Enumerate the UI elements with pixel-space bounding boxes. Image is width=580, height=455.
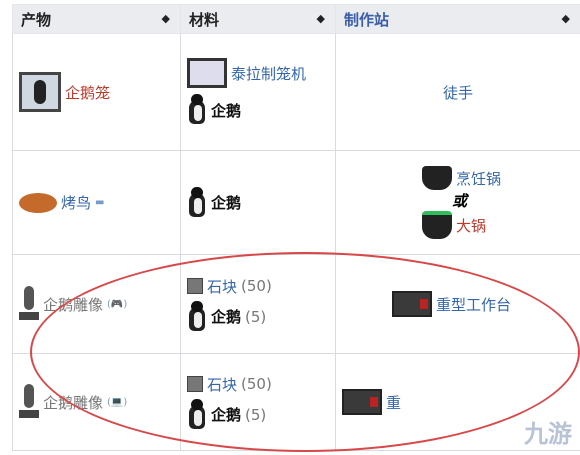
watermark: 九游 bbox=[524, 420, 572, 448]
heavy-workbench-icon bbox=[342, 389, 382, 415]
product-link[interactable]: 企鹅笼 bbox=[65, 82, 110, 103]
monitor-icon bbox=[187, 58, 227, 88]
device-icon: ▬ bbox=[95, 197, 105, 208]
header-materials-label: 材料 bbox=[189, 10, 220, 29]
statue-icon bbox=[19, 384, 39, 420]
header-product-label: 产物 bbox=[21, 10, 52, 29]
penguin-icon bbox=[187, 398, 207, 431]
station-cell: 徒手 bbox=[335, 33, 580, 151]
sort-icon[interactable]: ◆ bbox=[317, 12, 325, 25]
materials-cell: 石块 (50) 企鹅 (5) bbox=[180, 353, 336, 451]
sort-icon[interactable]: ◆ bbox=[162, 12, 170, 25]
station-cell: 重型工作台 bbox=[335, 254, 580, 354]
material-label: 企鹅 bbox=[211, 406, 242, 424]
product-cell: 企鹅雕像 (🎮) bbox=[12, 254, 181, 354]
product-link[interactable]: 企鹅雕像 bbox=[43, 294, 103, 315]
heavy-workbench-icon bbox=[392, 291, 432, 317]
gamepad-icon: (🎮) bbox=[107, 298, 128, 310]
header-station[interactable]: 制作站 ◆ bbox=[335, 4, 580, 34]
materials-cell: 企鹅 bbox=[180, 150, 336, 255]
stone-block-icon bbox=[187, 278, 203, 294]
sort-icon[interactable]: ◆ bbox=[562, 12, 570, 25]
stone-block-icon bbox=[187, 376, 203, 392]
material-label: 企鹅 bbox=[211, 194, 242, 212]
roast-bird-icon bbox=[19, 192, 57, 213]
material-link[interactable]: 石块 bbox=[207, 374, 237, 395]
header-product[interactable]: 产物 ◆ bbox=[12, 4, 181, 34]
product-cell: 企鹅雕像 (💻) bbox=[12, 353, 181, 451]
or-label: 或 bbox=[452, 192, 468, 210]
product-cell: 企鹅笼 bbox=[12, 33, 181, 151]
station-link[interactable]: 重 bbox=[386, 392, 401, 413]
station-link[interactable]: 徒手 bbox=[443, 84, 473, 102]
product-link[interactable]: 烤鸟 bbox=[61, 192, 91, 213]
table-row: 烤鸟 ▬ 企鹅 烹饪锅 或 大锅 bbox=[12, 150, 580, 255]
station-link[interactable]: 烹饪锅 bbox=[456, 168, 501, 189]
station-link[interactable]: 大锅 bbox=[456, 215, 486, 236]
material-qty: (5) bbox=[245, 405, 267, 424]
cooking-pot-icon bbox=[422, 166, 452, 190]
material-label: 企鹅 bbox=[211, 308, 242, 326]
material-link[interactable]: 泰拉制笼机 bbox=[231, 63, 306, 84]
header-materials[interactable]: 材料 ◆ bbox=[180, 4, 336, 34]
penguin-icon bbox=[187, 94, 207, 126]
product-cell: 烤鸟 ▬ bbox=[12, 150, 181, 255]
material-link[interactable]: 石块 bbox=[207, 276, 237, 297]
product-link[interactable]: 企鹅雕像 bbox=[43, 392, 103, 413]
material-qty: (50) bbox=[241, 277, 272, 295]
materials-cell: 石块 (50) 企鹅 (5) bbox=[180, 254, 336, 354]
table-row: 企鹅雕像 (💻) 石块 (50) 企鹅 (5) 重 bbox=[12, 353, 580, 451]
header-station-label: 制作站 bbox=[344, 10, 390, 29]
station-link[interactable]: 重型工作台 bbox=[436, 294, 511, 315]
penguin-cage-icon bbox=[19, 72, 61, 112]
table-row: 企鹅雕像 (🎮) 石块 (50) 企鹅 (5) 重型工作台 bbox=[12, 254, 580, 354]
table-row: 企鹅笼 泰拉制笼机 企鹅 徒手 bbox=[12, 33, 580, 151]
recipe-table: 产物 ◆ 材料 ◆ 制作站 ◆ 企鹅笼 泰拉制笼机 企鹅 徒手 烤鸟 ▬ 企鹅 bbox=[12, 4, 580, 451]
penguin-icon bbox=[187, 300, 207, 333]
material-qty: (5) bbox=[245, 307, 267, 326]
materials-cell: 泰拉制笼机 企鹅 bbox=[180, 33, 336, 151]
statue-icon bbox=[19, 286, 39, 322]
material-label: 企鹅 bbox=[211, 101, 242, 120]
computer-icon: (💻) bbox=[107, 396, 128, 408]
cauldron-icon bbox=[422, 211, 452, 239]
station-cell: 烹饪锅 或 大锅 bbox=[335, 150, 580, 255]
material-qty: (50) bbox=[241, 375, 272, 393]
penguin-icon bbox=[187, 186, 207, 219]
